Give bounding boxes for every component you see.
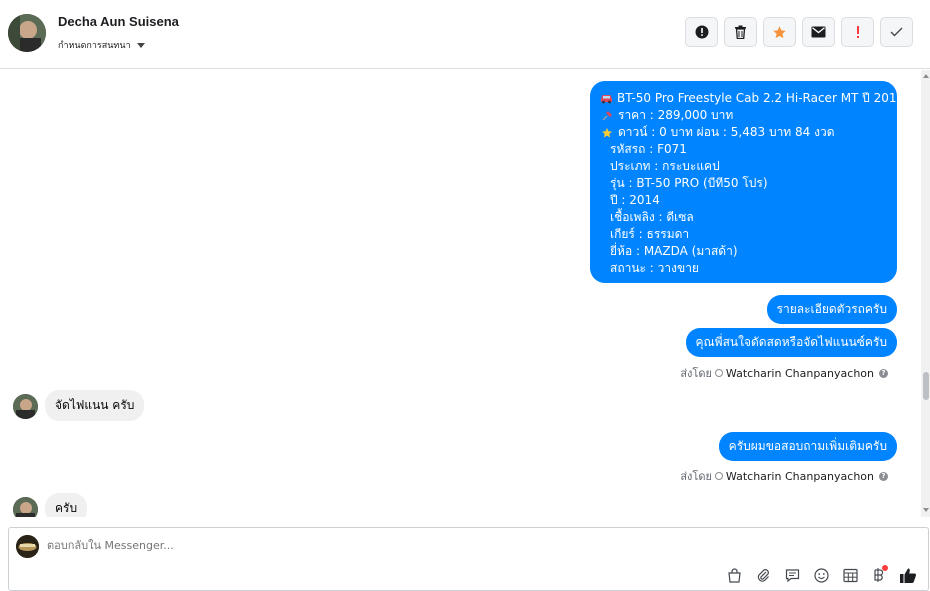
shopping-bag-icon[interactable]: [724, 565, 744, 585]
listing-down-row: ดาวน์ : 0 บาท ผ่อน : 5,483 บาท 84 งวด: [600, 124, 888, 141]
outgoing-message: รายละเอียดตัวรถครับ: [766, 295, 897, 324]
saved-reply-icon[interactable]: [782, 565, 802, 585]
pin-icon: [600, 110, 614, 122]
delete-button[interactable]: [724, 17, 757, 47]
thumbs-up-icon[interactable]: [898, 565, 918, 585]
listing-code: รหัสรถ : F071: [610, 142, 687, 156]
follow-up-button[interactable]: [841, 17, 874, 47]
star-icon: [600, 127, 614, 139]
exclamation-circle-icon: [695, 25, 708, 39]
sent-by-info: ส่งโดย Watcharin Chanpanyachon ?: [680, 467, 888, 485]
caret-down-icon: [136, 42, 145, 48]
mark-spam-button[interactable]: [685, 17, 718, 47]
listing-price: ราคา : 289,000 บาท: [618, 108, 734, 122]
listing-model: รุ่น : BT-50 PRO (บีที50 โปร): [610, 176, 768, 190]
sent-check-icon: [714, 472, 723, 480]
contact-avatar[interactable]: [8, 14, 46, 52]
mark-unread-button[interactable]: [802, 17, 835, 47]
incoming-message: ครับ: [45, 493, 88, 517]
listing-message-bubble: BT-50 Pro Freestyle Cab 2.2 Hi-Racer MT …: [590, 81, 904, 283]
conversation-settings-menu[interactable]: กำหนดการสนทนา: [58, 38, 145, 52]
emoji-icon[interactable]: [811, 565, 831, 585]
listing-price-row: ราคา : 289,000 บาท: [600, 107, 888, 124]
listing-title: BT-50 Pro Freestyle Cab 2.2 Hi-Racer MT …: [617, 91, 905, 105]
page-avatar: [16, 535, 39, 558]
composer-tools: [724, 565, 918, 585]
notification-dot: [882, 565, 888, 571]
incoming-message: จัดไฟแนน ครับ: [45, 390, 145, 421]
scrollbar-thumb[interactable]: [923, 372, 929, 400]
contact-avatar-small[interactable]: [13, 394, 38, 419]
listing-brand: ยี่ห้อ : MAZDA (มาสด้า): [610, 244, 738, 258]
sent-by-prefix: ส่งโดย: [680, 367, 712, 380]
sent-by-name[interactable]: Watcharin Chanpanyachon: [726, 367, 874, 380]
reply-composer: [8, 527, 929, 591]
outgoing-message: คุณพี่สนใจดัดสดหรือจัดไฟแนนซ์ครับ: [685, 328, 897, 357]
help-icon[interactable]: ?: [879, 368, 888, 378]
sent-by-info: ส่งโดย Watcharin Chanpanyachon ?: [680, 364, 888, 382]
mark-done-button[interactable]: [880, 17, 913, 47]
listing-title-row: BT-50 Pro Freestyle Cab 2.2 Hi-Racer MT …: [600, 90, 904, 107]
message-thread[interactable]: BT-50 Pro Freestyle Cab 2.2 Hi-Racer MT …: [0, 70, 921, 517]
exclamation-icon: [856, 26, 859, 38]
sent-by-name[interactable]: Watcharin Chanpanyachon: [726, 470, 874, 483]
listing-gear: เกียร์ : ธรรมดา: [610, 227, 690, 241]
contact-name[interactable]: Decha Aun Suisena: [58, 14, 179, 29]
contact-avatar-small[interactable]: [13, 497, 38, 517]
chat-scrollbar[interactable]: [921, 70, 930, 517]
car-icon: [600, 93, 613, 104]
star-icon: [773, 25, 786, 38]
help-icon[interactable]: ?: [879, 471, 888, 481]
trash-icon: [735, 25, 746, 39]
sent-check-icon: [714, 369, 723, 377]
sent-by-prefix: ส่งโดย: [680, 470, 712, 483]
currency-icon[interactable]: [869, 565, 889, 585]
star-button[interactable]: [763, 17, 796, 47]
listing-status: สถานะ : วางขาย: [610, 261, 699, 275]
conversation-header: Decha Aun Suisena กำหนดการสนทนา: [0, 0, 930, 69]
scroll-down-icon[interactable]: [923, 508, 929, 512]
outgoing-message: ครับผมขอสอบถามเพิ่มเติมครับ: [718, 432, 897, 461]
listing-type: ประเภท : กระบะแคป: [610, 159, 720, 173]
checkmark-icon: [890, 27, 903, 37]
reply-input[interactable]: [47, 539, 647, 552]
scroll-up-icon[interactable]: [923, 74, 929, 78]
conversation-settings-label: กำหนดการสนทนา: [58, 41, 131, 51]
listing-year: ปี : 2014: [610, 193, 660, 207]
listing-fuel: เชื้อเพลิง : ดีเซล: [610, 210, 694, 224]
paperclip-icon[interactable]: [753, 565, 773, 585]
listing-down-payment: ดาวน์ : 0 บาท ผ่อน : 5,483 บาท 84 งวด: [618, 125, 835, 139]
appointment-icon[interactable]: [840, 565, 860, 585]
envelope-icon: [811, 26, 826, 38]
header-actions: [685, 17, 913, 47]
